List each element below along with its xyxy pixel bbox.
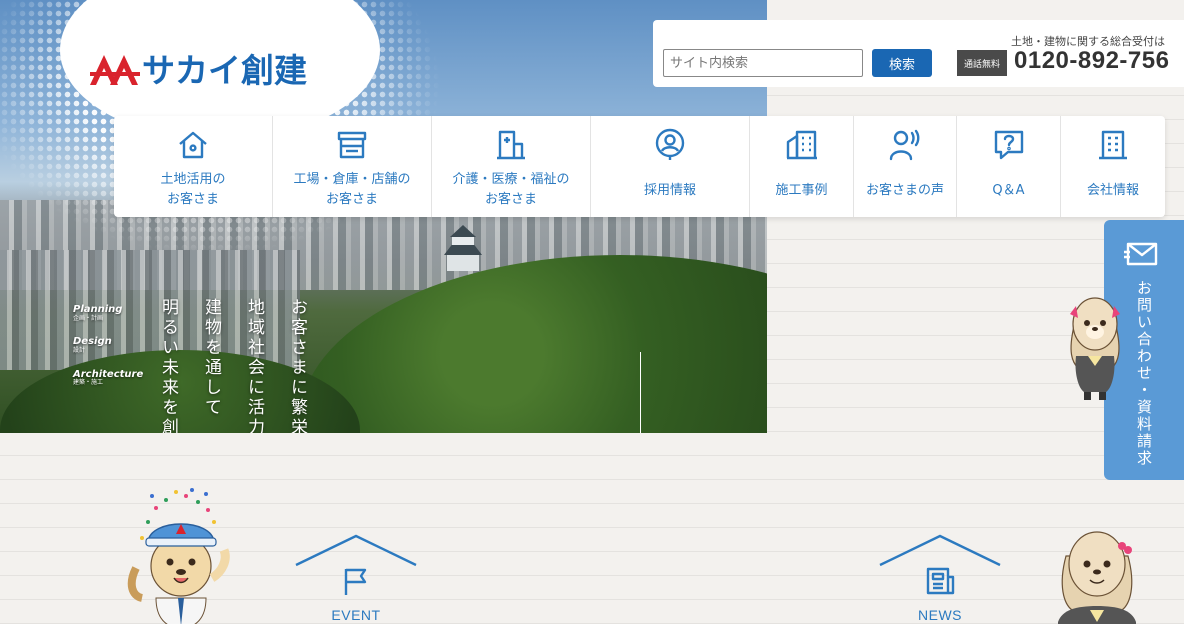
buildings-icon [785,128,819,162]
service-list: Planning 企画・計画 Design 設計 Architecture 建築・施工 [73,304,143,401]
house-icon [176,128,210,162]
hero-divider [640,352,641,433]
nav-item-voices[interactable]: お客さまの声 [854,116,957,217]
service-item: Architecture 建築・施工 [73,368,144,387]
mascot-girl-bottom [1052,526,1142,624]
logo-text: サカイ創建 [142,51,307,90]
hero-copy-line: 地域社会に活力を [244,298,264,433]
service-item: Planning 企画・計画 [73,304,123,322]
nav-label: Q＆A [992,183,1025,198]
global-nav: 土地活用の お客さま 工場・倉庫・店舗の お客さま 介護・医療・福祉の お客さま… [114,116,1165,217]
search-button[interactable]: 検索 [872,49,932,77]
news-section-header[interactable]: NEWS [878,533,1002,624]
roof-outline [295,534,417,567]
speaking-person-icon [888,128,922,162]
nav-item-recruit[interactable]: 採用情報 [591,116,750,217]
nav-label: 施工事例 [775,183,828,198]
search-input[interactable] [663,49,863,77]
logo-mark-icon [90,51,140,85]
utility-bar: 検索 土地・建物に関する総合受付は 通話無料 0120-892-756 [653,20,1184,87]
nav-label: お客さまの声 [865,183,944,198]
nav-item-care-medical[interactable]: 介護・医療・福祉の お客さま [432,116,591,217]
roof-outline [879,534,1001,567]
nav-item-works[interactable]: 施工事例 [750,116,854,217]
hero-copy: お客さまに繁栄を 地域社会に活力を 建物を通して 明るい未来を創造 [160,298,310,433]
nav-item-qa[interactable]: Q＆A [957,116,1061,217]
mascot-girl [1062,292,1128,404]
person-circle-icon [653,128,687,162]
contact-label: お問い合わせ・資料請求 [1135,280,1153,467]
nav-label: 介護・医療・福祉の お客さま [452,172,570,207]
mascot-boy [126,488,236,624]
nav-item-factory-warehouse[interactable]: 工場・倉庫・店舗の お客さま [273,116,432,217]
tel-number[interactable]: 0120-892-756 [1014,47,1169,75]
mail-icon [1124,238,1160,268]
question-bubble-icon [992,128,1026,162]
nav-item-land-use[interactable]: 土地活用の お客さま [114,116,273,217]
castle-illustration [440,225,486,273]
store-icon [335,128,369,162]
nav-label: 採用情報 [643,183,696,198]
nav-label: 工場・倉庫・店舗の お客さま [293,172,411,207]
hero-copy-line: 建物を通して [201,298,221,418]
event-label: EVENT [331,607,381,623]
event-section-header[interactable]: EVENT [294,533,418,624]
newspaper-icon [924,565,956,597]
nav-label: 会社情報 [1086,183,1139,198]
hero-copy-line: 明るい未来を創造 [160,298,178,433]
nav-item-company[interactable]: 会社情報 [1061,116,1165,217]
toll-free-badge: 通話無料 [957,50,1007,76]
news-label: NEWS [918,607,962,623]
hero-copy-line: お客さまに繁栄を [287,298,307,433]
office-building-icon [1096,128,1130,162]
nav-label: 土地活用の お客さま [160,172,226,207]
flag-icon [340,565,372,597]
site-logo[interactable]: サカイ創建 [90,44,307,92]
service-item: Design 設計 [73,336,112,354]
hospital-icon [494,128,528,162]
